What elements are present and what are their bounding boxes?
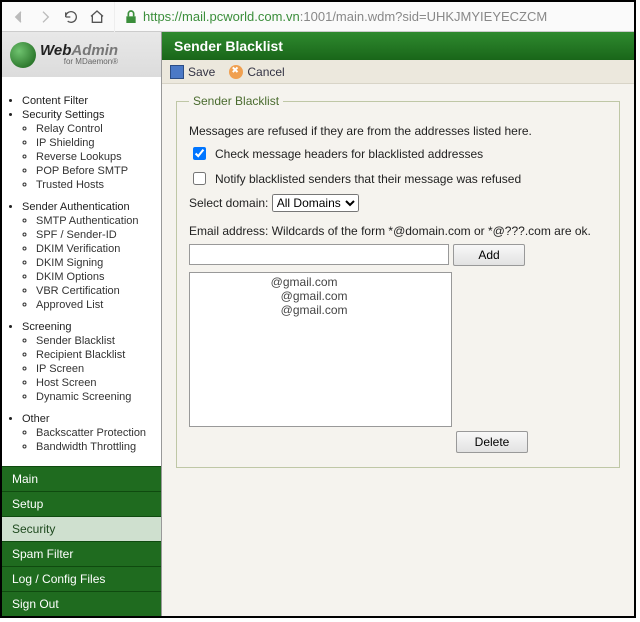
checkbox-check-headers-label: Check message headers for blacklisted ad… <box>215 147 483 161</box>
forward-icon[interactable] <box>36 8 54 26</box>
nav-log-config[interactable]: Log / Config Files <box>2 566 161 591</box>
url-host: ://mail.pcworld.com.vn <box>171 9 300 24</box>
sidebar: WebAdmin for MDaemon® Content Filter Sec… <box>2 32 162 616</box>
checkbox-notify-input[interactable] <box>193 172 206 185</box>
checkbox-notify[interactable]: Notify blacklisted senders that their me… <box>189 169 521 188</box>
blacklist-listbox[interactable]: @gmail.com @gmail.com @gmail.com <box>189 272 452 427</box>
sidebar-item-reverse-lookups[interactable]: Reverse Lookups <box>36 150 159 164</box>
save-icon <box>170 65 184 79</box>
address-bar[interactable]: https://mail.pcworld.com.vn:1001/main.wd… <box>114 2 626 32</box>
sidebar-item-recipient-blacklist[interactable]: Recipient Blacklist <box>36 348 159 362</box>
bottom-nav: Main Setup Security Spam Filter Log / Co… <box>2 466 161 616</box>
nav-sign-out[interactable]: Sign Out <box>2 591 161 616</box>
sidebar-item-content-filter[interactable]: Content Filter <box>22 94 159 108</box>
sender-blacklist-fieldset: Sender Blacklist Messages are refused if… <box>176 94 620 468</box>
sidebar-item-dkim-options[interactable]: DKIM Options <box>36 270 159 284</box>
sidebar-item-bandwidth[interactable]: Bandwidth Throttling <box>36 440 159 454</box>
email-label: Email address: Wildcards of the form *@d… <box>189 224 607 238</box>
sidebar-item-ip-shielding[interactable]: IP Shielding <box>36 136 159 150</box>
url-rest: :1001/main.wdm?sid=UHKJMYIEYECZCM <box>300 2 547 32</box>
sidebar-item-host-screen[interactable]: Host Screen <box>36 376 159 390</box>
email-input[interactable] <box>189 244 449 265</box>
logo: WebAdmin for MDaemon® <box>2 32 161 77</box>
sidebar-item-pop-before-smtp[interactable]: POP Before SMTP <box>36 164 159 178</box>
sidebar-item-ip-screen[interactable]: IP Screen <box>36 362 159 376</box>
add-button[interactable]: Add <box>453 244 525 266</box>
logo-icon <box>10 42 36 68</box>
reload-icon[interactable] <box>62 8 80 26</box>
fieldset-legend: Sender Blacklist <box>189 94 283 108</box>
cancel-button[interactable]: Cancel <box>229 65 284 79</box>
checkbox-notify-label: Notify blacklisted senders that their me… <box>215 172 521 186</box>
cancel-icon <box>229 65 243 79</box>
list-item[interactable]: @gmail.com <box>194 303 447 317</box>
save-label: Save <box>188 65 215 79</box>
lock-icon <box>123 9 139 25</box>
sidebar-item-dkim-sign[interactable]: DKIM Signing <box>36 256 159 270</box>
home-icon[interactable] <box>88 8 106 26</box>
sidebar-item-other[interactable]: Other <box>22 412 159 426</box>
back-icon[interactable] <box>10 8 28 26</box>
save-button[interactable]: Save <box>170 65 215 79</box>
select-domain[interactable]: All Domains <box>272 194 359 212</box>
action-toolbar: Save Cancel <box>162 60 634 84</box>
checkbox-check-headers-input[interactable] <box>193 147 206 160</box>
sidebar-item-relay-control[interactable]: Relay Control <box>36 122 159 136</box>
sidebar-item-security-settings[interactable]: Security Settings <box>22 108 159 122</box>
sidebar-tree[interactable]: Content Filter Security Settings Relay C… <box>2 88 161 455</box>
cancel-label: Cancel <box>247 65 284 79</box>
list-item[interactable]: @gmail.com <box>194 275 447 289</box>
sidebar-item-trusted-hosts[interactable]: Trusted Hosts <box>36 178 159 192</box>
sidebar-item-dynamic-screening[interactable]: Dynamic Screening <box>36 390 159 404</box>
nav-spam-filter[interactable]: Spam Filter <box>2 541 161 566</box>
sidebar-item-dkim-verify[interactable]: DKIM Verification <box>36 242 159 256</box>
intro-text: Messages are refused if they are from th… <box>189 124 607 138</box>
url-scheme: https <box>143 9 171 24</box>
nav-main[interactable]: Main <box>2 466 161 491</box>
browser-toolbar: https://mail.pcworld.com.vn:1001/main.wd… <box>2 2 634 32</box>
sidebar-item-spf[interactable]: SPF / Sender-ID <box>36 228 159 242</box>
sidebar-item-smtp-auth[interactable]: SMTP Authentication <box>36 214 159 228</box>
sidebar-item-backscatter[interactable]: Backscatter Protection <box>36 426 159 440</box>
main-panel: Sender Blacklist Save Cancel Sender Blac… <box>162 32 634 616</box>
sidebar-item-sender-blacklist[interactable]: Sender Blacklist <box>36 334 159 348</box>
sidebar-item-approved-list[interactable]: Approved List <box>36 298 159 312</box>
list-item[interactable]: @gmail.com <box>194 289 447 303</box>
delete-button[interactable]: Delete <box>456 431 528 453</box>
select-domain-label: Select domain: <box>189 196 268 210</box>
nav-security[interactable]: Security <box>2 516 161 541</box>
sidebar-item-sender-auth[interactable]: Sender Authentication <box>22 200 159 214</box>
checkbox-check-headers[interactable]: Check message headers for blacklisted ad… <box>189 144 483 163</box>
sidebar-item-tarpitting[interactable]: Tarpitting <box>36 454 159 455</box>
sidebar-item-vbr[interactable]: VBR Certification <box>36 284 159 298</box>
sidebar-item-screening[interactable]: Screening <box>22 320 159 334</box>
page-title: Sender Blacklist <box>162 32 634 60</box>
logo-sub: for MDaemon® <box>40 57 118 66</box>
nav-setup[interactable]: Setup <box>2 491 161 516</box>
